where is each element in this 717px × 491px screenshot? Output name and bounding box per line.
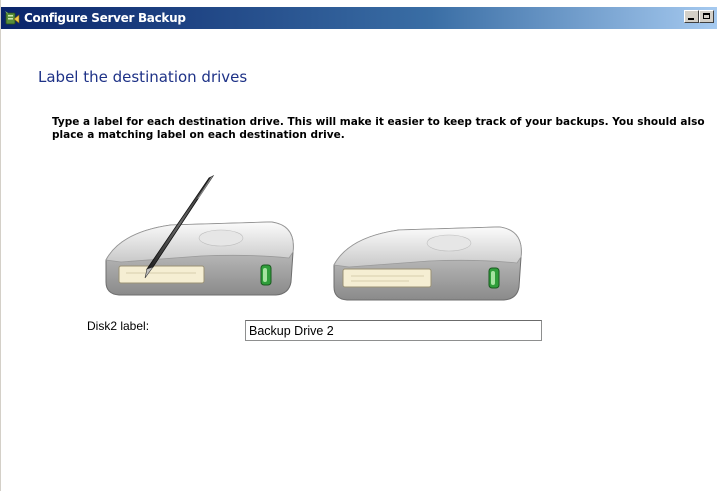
window-title: Configure Server Backup <box>24 11 186 25</box>
maximize-button[interactable] <box>699 10 714 23</box>
disk2-label-input[interactable] <box>245 320 542 341</box>
server-backup-icon <box>5 11 20 25</box>
page-title: Label the destination drives <box>38 68 248 86</box>
title-bar[interactable]: Configure Server Backup <box>1 7 717 29</box>
hard-drive-icon <box>333 226 522 301</box>
configure-server-backup-window: Configure Server Backup Label the destin… <box>0 0 717 491</box>
hard-drive-pen-icon <box>105 174 294 296</box>
instructions-text: Type a label for each destination drive.… <box>52 116 705 141</box>
disk2-label: Disk2 label: <box>87 319 150 333</box>
minimize-button[interactable] <box>684 10 699 23</box>
title-buttons <box>684 10 714 23</box>
